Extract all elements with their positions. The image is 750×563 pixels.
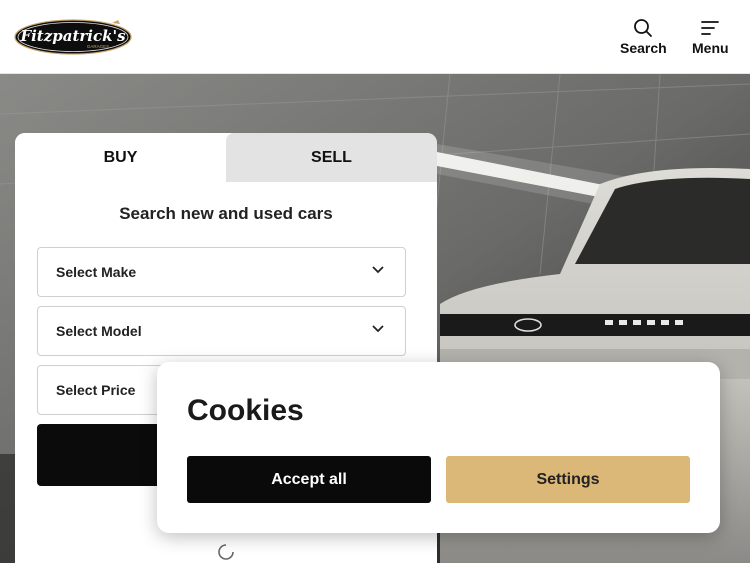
tab-sell[interactable]: SELL [226, 133, 437, 182]
chevron-down-icon [372, 325, 384, 333]
make-select[interactable]: Select Make [37, 247, 406, 297]
menu-label: Menu [692, 40, 729, 56]
brand-logo[interactable]: Fitzpatrick's GARAGES [14, 18, 132, 56]
tab-buy[interactable]: BUY [15, 133, 226, 182]
chevron-down-icon [372, 266, 384, 274]
svg-text:GARAGES: GARAGES [87, 44, 109, 49]
header-menu-button[interactable]: Menu [692, 18, 729, 56]
svg-text:Fitzpatrick's: Fitzpatrick's [19, 27, 126, 45]
model-select-label: Select Model [56, 323, 142, 339]
menu-icon [701, 21, 720, 35]
make-select-label: Select Make [56, 264, 137, 280]
cookie-title: Cookies [187, 394, 304, 427]
logo-icon: Fitzpatrick's GARAGES [14, 19, 132, 55]
search-label: Search [620, 40, 667, 56]
site-header: Fitzpatrick's GARAGES Search Menu [0, 0, 750, 74]
panel-title: Search new and used cars [119, 204, 333, 223]
cookie-settings-button[interactable]: Settings [446, 456, 690, 503]
cookie-banner: Cookies Accept all Settings [157, 362, 720, 533]
loading-spinner-icon [218, 544, 234, 560]
price-select-label: Select Price [56, 382, 136, 398]
header-search-button[interactable]: Search [620, 18, 667, 56]
search-icon [634, 19, 653, 37]
accept-all-button[interactable]: Accept all [187, 456, 431, 503]
model-select[interactable]: Select Model [37, 306, 406, 356]
